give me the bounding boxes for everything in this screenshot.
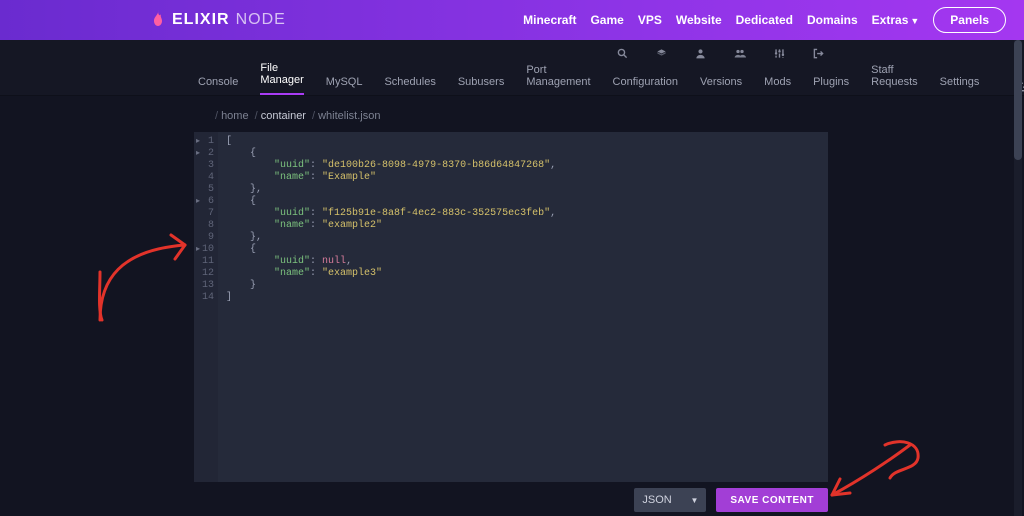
- logout-icon[interactable]: [813, 48, 824, 62]
- page-scrollbar[interactable]: [1014, 40, 1022, 516]
- brand-sub: NODE: [236, 11, 286, 29]
- editor-gutter: 1234567891011121314▸▸▸▸: [194, 132, 218, 482]
- tab-plugins[interactable]: Plugins: [813, 76, 849, 95]
- tab-subusers[interactable]: Subusers: [458, 76, 504, 95]
- crumb-home[interactable]: home: [221, 110, 249, 122]
- user-icon[interactable]: [695, 48, 706, 62]
- chevron-down-icon: ▼: [910, 16, 919, 26]
- top-nav: Minecraft Game VPS Website Dedicated Dom…: [523, 7, 1006, 33]
- chevron-down-icon: ▼: [690, 496, 698, 505]
- scrollbar-thumb[interactable]: [1014, 40, 1022, 160]
- tab-settings[interactable]: Settings: [940, 76, 980, 95]
- language-select[interactable]: JSON ▼: [634, 488, 706, 512]
- nav-game[interactable]: Game: [590, 13, 623, 27]
- tab-port-management[interactable]: Port Management: [526, 64, 590, 95]
- save-content-button[interactable]: SAVE CONTENT: [716, 488, 828, 512]
- nav-extras[interactable]: Extras▼: [872, 13, 920, 27]
- brand-logo[interactable]: ELIXIR NODE: [150, 10, 286, 30]
- editor-content[interactable]: [ { "uuid": "de100b26-8098-4979-8370-b86…: [218, 132, 556, 482]
- tab-console[interactable]: Console: [198, 76, 238, 95]
- top-bar: ELIXIR NODE Minecraft Game VPS Website De…: [0, 0, 1024, 40]
- brand-main: ELIXIR: [172, 11, 230, 29]
- panels-button[interactable]: Panels: [933, 7, 1006, 33]
- nav-dedicated[interactable]: Dedicated: [736, 13, 793, 27]
- crumb-container[interactable]: container: [261, 110, 306, 122]
- code-editor[interactable]: 1234567891011121314▸▸▸▸ [ { "uuid": "de1…: [194, 132, 828, 482]
- editor-footer: JSON ▼ SAVE CONTENT: [0, 484, 1024, 516]
- panel-tabs: Console File Manager MySQL Schedules Sub…: [0, 70, 1024, 96]
- sliders-icon[interactable]: [774, 48, 785, 62]
- tab-mysql[interactable]: MySQL: [326, 76, 363, 95]
- tab-staff-requests[interactable]: Staff Requests: [871, 64, 917, 95]
- nav-vps[interactable]: VPS: [638, 13, 662, 27]
- breadcrumb: /home /container /whitelist.json: [0, 96, 1024, 132]
- tab-file-manager[interactable]: File Manager: [260, 62, 303, 95]
- layers-icon[interactable]: [656, 48, 667, 62]
- tab-configuration[interactable]: Configuration: [613, 76, 678, 95]
- tab-schedules[interactable]: Schedules: [384, 76, 435, 95]
- nav-domains[interactable]: Domains: [807, 13, 858, 27]
- search-icon[interactable]: [617, 48, 628, 62]
- nav-website[interactable]: Website: [676, 13, 722, 27]
- users-icon[interactable]: [734, 48, 746, 62]
- flame-icon: [150, 10, 166, 30]
- crumb-file[interactable]: whitelist.json: [318, 110, 380, 122]
- nav-minecraft[interactable]: Minecraft: [523, 13, 576, 27]
- tab-versions[interactable]: Versions: [700, 76, 742, 95]
- tab-mods[interactable]: Mods: [764, 76, 791, 95]
